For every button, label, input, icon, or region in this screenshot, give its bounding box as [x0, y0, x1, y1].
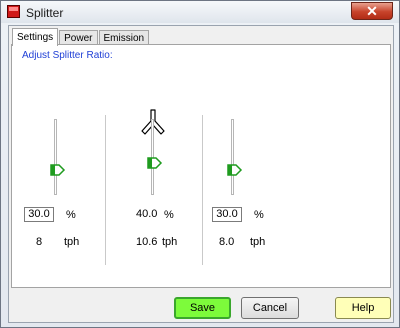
split-slider-3-track[interactable]	[231, 119, 234, 195]
output-3-flow-unit: tph	[250, 236, 266, 248]
output-1-flow-unit: tph	[64, 236, 80, 248]
panel-caption: Adjust Splitter Ratio:	[22, 50, 113, 61]
slider-thumb-icon[interactable]	[147, 156, 163, 170]
help-button[interactable]: Help	[335, 297, 391, 319]
tab-strip: Settings Power Emission	[12, 28, 150, 46]
app-icon	[7, 5, 20, 18]
output-2-percent: 40.0	[136, 208, 158, 220]
output-2-percent-unit: %	[164, 209, 174, 221]
dialog-client: Settings Power Emission Adjust Splitter …	[8, 25, 394, 323]
output-3-percent-input[interactable]: 30.0	[212, 207, 242, 222]
column-divider	[105, 115, 106, 265]
title-bar[interactable]: Splitter ✕	[1, 1, 399, 23]
output-2-flow-unit: tph	[162, 236, 178, 248]
slider-thumb-icon[interactable]	[227, 163, 243, 177]
window-title: Splitter	[26, 6, 64, 20]
split-slider-1-track[interactable]	[54, 119, 57, 195]
output-3-percent-unit: %	[254, 209, 264, 221]
output-2-flow: 10.6	[136, 236, 158, 248]
splitter-dialog: Splitter ✕ Settings Power Emission Adjus…	[0, 0, 400, 328]
save-button[interactable]: Save	[174, 297, 231, 319]
output-1-percent-unit: %	[66, 209, 76, 221]
output-1-flow: 8	[36, 236, 43, 248]
output-1-percent-input[interactable]: 30.0	[24, 207, 54, 222]
settings-panel: Adjust Splitter Ratio: 30.0 % 8 tph 40.0…	[11, 44, 391, 288]
column-divider	[202, 115, 203, 265]
output-3-flow: 8.0	[219, 236, 235, 248]
close-button[interactable]: ✕	[351, 2, 393, 20]
cancel-button[interactable]: Cancel	[241, 297, 299, 319]
tab-settings[interactable]: Settings	[12, 28, 59, 46]
slider-thumb-icon[interactable]	[50, 163, 66, 177]
